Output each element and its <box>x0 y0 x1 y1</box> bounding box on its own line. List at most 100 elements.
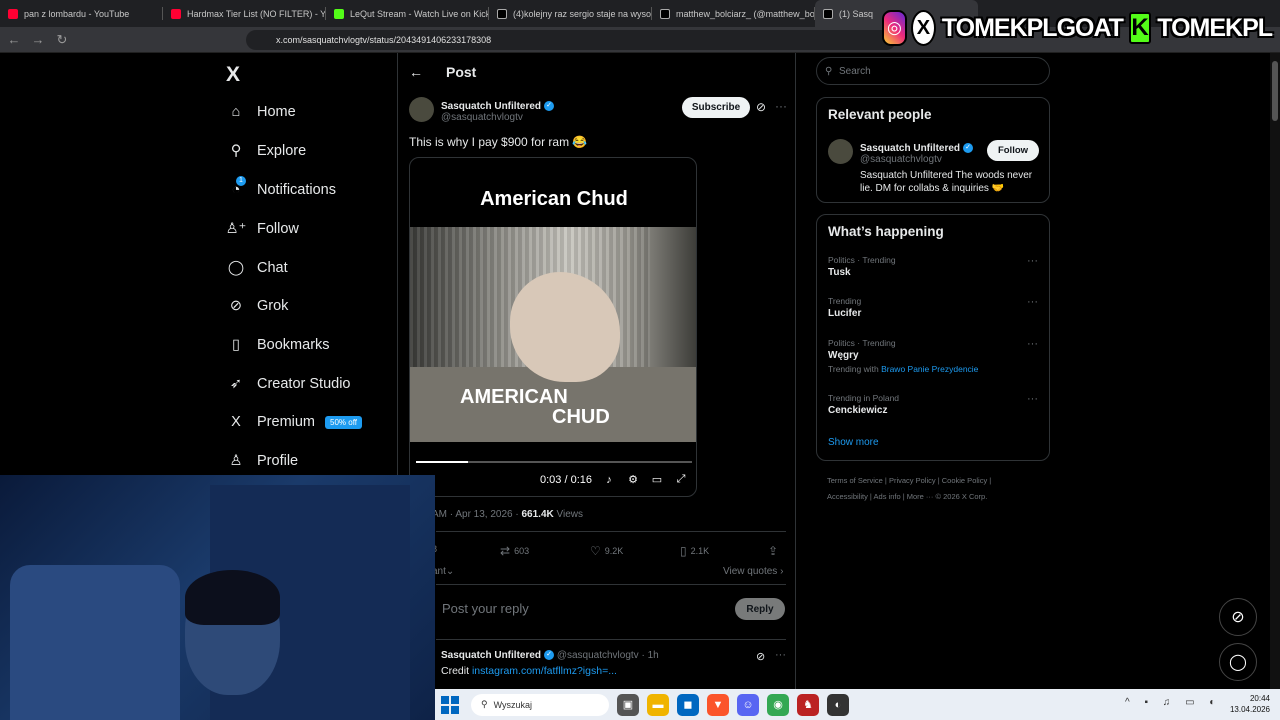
more-icon[interactable]: ··· <box>1027 338 1038 350</box>
grok-icon[interactable]: ⊘ <box>756 650 765 663</box>
post-text: This is why I pay $900 for ram 😂 <box>409 135 588 149</box>
volume-icon[interactable]: ♪ <box>602 474 616 486</box>
reply-header: Sasquatch Unfiltered ✓ @sasquatchvlogtv ·… <box>441 650 659 661</box>
rocket-icon: ➶ <box>229 376 243 392</box>
x-icon: X <box>231 414 241 430</box>
more-icon[interactable]: ··· <box>775 99 787 113</box>
reply-text: Credit instagram.com/fatfllmz?igsh=... <box>441 665 617 677</box>
search-input[interactable]: ⚲ Search <box>816 57 1050 85</box>
video-caption: AMERICAN CHUD <box>460 386 610 428</box>
browser-tab[interactable]: Hardmax Tier List (NO FILTER) - YouT <box>163 0 326 27</box>
windows-start-icon[interactable] <box>441 695 459 714</box>
video-progress-bar[interactable] <box>416 461 692 463</box>
trend-item[interactable]: Trending in Poland Cenckiewicz ··· <box>828 393 1038 416</box>
more-icon[interactable]: ··· <box>1027 393 1038 405</box>
tiktok-icon <box>497 8 507 19</box>
post-meta: AM · Apr 13, 2026 · 661.4K Views <box>432 509 584 520</box>
reply-author-handle: @sasquatchvlogtv <box>556 650 639 661</box>
nav-item-premium[interactable]: X Premium 50% off <box>227 411 362 433</box>
overlay-name-1: TOMEKPLGOAT <box>941 13 1124 42</box>
trend-item[interactable]: Politics · Trending Węgry Trending with Br… <box>828 338 1038 374</box>
verified-badge-icon: ✓ <box>963 142 974 153</box>
browser-tab[interactable]: (4)kolejny raz sergio staje na wysoko <box>489 0 652 27</box>
app-icon[interactable]: ♞ <box>797 693 819 716</box>
view-quotes-link[interactable]: View quotes › <box>723 566 783 577</box>
url-input[interactable]: x.com/sasquatchvlogtv/status/20434914062… <box>246 30 896 50</box>
nav-item-follow[interactable]: ♙⁺ Follow <box>225 218 299 240</box>
taskbar-search-input[interactable]: ⚲ Wyszukaj <box>471 693 609 716</box>
reload-icon[interactable]: ↻ <box>52 30 72 50</box>
nav-item-bookmarks[interactable]: ▯ Bookmarks <box>227 334 330 356</box>
steam-icon[interactable]: ◐ <box>827 693 849 716</box>
show-more-link[interactable]: Show more <box>828 437 879 448</box>
browser-tab[interactable]: pan z lombardu - YouTube <box>0 0 163 27</box>
video-player[interactable]: American Chud AMERICAN CHUD 0:03 / 0:16 ♪… <box>409 157 697 497</box>
forward-arrow-icon[interactable]: → <box>28 30 48 50</box>
store-icon[interactable]: ◼ <box>677 693 699 716</box>
person-info[interactable]: Sasquatch Unfiltered ✓ @sasquatchvlogtv <box>860 139 990 165</box>
discord-icon[interactable]: ☺ <box>737 693 759 716</box>
nav-item-grok[interactable]: ⊘ Grok <box>227 295 289 317</box>
taskbar-clock[interactable]: 20:44 13.04.2026 <box>1230 693 1270 715</box>
more-icon[interactable]: ··· <box>1027 255 1038 267</box>
like-action[interactable]: ♡ 9.2K <box>590 544 623 558</box>
back-arrow-icon[interactable]: ← <box>409 64 423 80</box>
subscribe-button[interactable]: Subscribe <box>682 97 750 118</box>
back-arrow-icon[interactable]: ← <box>4 30 24 50</box>
author-name: Sasquatch Unfiltered <box>441 101 542 112</box>
bell-icon: ◔ 1 <box>227 176 246 199</box>
follow-button[interactable]: Follow <box>987 140 1039 161</box>
browser-tab[interactable]: LeQut Stream - Watch Live on Kick <box>326 0 489 27</box>
browser-tab[interactable]: matthew_bolciarz_ (@matthew_bolc <box>652 0 815 27</box>
task-view-icon[interactable]: ▣ <box>617 693 639 716</box>
windows-taskbar: ⚲ Wyszukaj ▣ ▬ ◼ ▼ ☺ ◉ ♞ ◐ ^ ▪ ♫ ▭ ◐ 20:4… <box>435 689 1280 720</box>
chrome-icon[interactable]: ◉ <box>767 693 789 716</box>
person-avatar[interactable] <box>828 139 853 164</box>
nav-item-creator-studio[interactable]: ➶ Creator Studio <box>227 373 351 395</box>
home-icon: ⌂ <box>231 104 241 120</box>
kick-logo-icon: K <box>1128 12 1152 44</box>
nav-item-explore[interactable]: ⚲ Explore <box>227 140 306 162</box>
verified-badge-icon: ✓ <box>544 650 555 661</box>
nav-item-notifications[interactable]: ◔ 1 Notifications <box>227 176 336 201</box>
person-name: Sasquatch Unfiltered <box>860 143 961 154</box>
grok-icon: ⊘ <box>1231 609 1245 626</box>
share-action[interactable]: ⇪ <box>768 544 782 558</box>
author-avatar[interactable] <box>409 97 434 122</box>
nav-item-chat[interactable]: ◯ Chat <box>227 257 288 279</box>
brave-icon[interactable]: ▼ <box>707 693 729 716</box>
scrollbar[interactable] <box>1270 53 1280 689</box>
grok-float-button[interactable]: ⊘ <box>1219 598 1257 636</box>
x-home-logo[interactable]: X <box>226 63 240 87</box>
pip-icon[interactable]: ▭ <box>650 473 664 486</box>
video-frame[interactable]: AMERICAN CHUD <box>410 227 696 442</box>
repost-action[interactable]: ⇄ 603 <box>500 544 529 558</box>
system-tray[interactable]: ^ ▪ ♫ ▭ ◐ <box>1125 697 1221 708</box>
author-info[interactable]: Sasquatch Unfiltered ✓ @sasquatchvlogtv <box>441 97 555 123</box>
add-person-icon: ♙⁺ <box>225 221 247 237</box>
nav-item-home[interactable]: ⌂ Home <box>227 101 296 123</box>
trend-item[interactable]: Politics · Trending Tusk ··· <box>828 255 1038 278</box>
settings-gear-icon[interactable]: ⚙ <box>626 473 640 486</box>
nav-item-profile[interactable]: ♙ Profile <box>227 450 299 472</box>
overlay-name-2: TOMEKPL <box>1157 13 1273 42</box>
bookmark-action[interactable]: ▯ 2.1K <box>680 544 709 558</box>
reply-sort[interactable]: ant⌄ <box>432 566 454 577</box>
chat-bubble-icon: ◯ <box>227 260 245 276</box>
person-icon: ♙ <box>229 453 243 469</box>
footer-links[interactable]: Terms of Service | Privacy Policy | Cook… <box>827 473 1047 505</box>
reply-link[interactable]: instagram.com/fatfllmz?igsh=... <box>472 665 617 677</box>
trend-link[interactable]: Brawo Panie Prezydencie <box>881 364 978 374</box>
file-explorer-icon[interactable]: ▬ <box>647 693 669 716</box>
search-icon: ⚲ <box>230 143 242 159</box>
bookmark-icon: ▯ <box>680 544 687 558</box>
chat-float-button[interactable]: ◯ <box>1219 643 1257 681</box>
reply-author-name[interactable]: Sasquatch Unfiltered <box>441 650 541 661</box>
grok-icon[interactable]: ⊘ <box>756 100 766 114</box>
fullscreen-icon[interactable]: ⤢ <box>674 473 688 486</box>
reply-input[interactable]: Post your reply <box>442 601 529 616</box>
reply-button[interactable]: Reply <box>735 598 785 620</box>
more-icon[interactable]: ··· <box>775 649 786 661</box>
more-icon[interactable]: ··· <box>1027 296 1038 308</box>
trend-item[interactable]: Trending Lucifer ··· <box>828 296 1038 319</box>
